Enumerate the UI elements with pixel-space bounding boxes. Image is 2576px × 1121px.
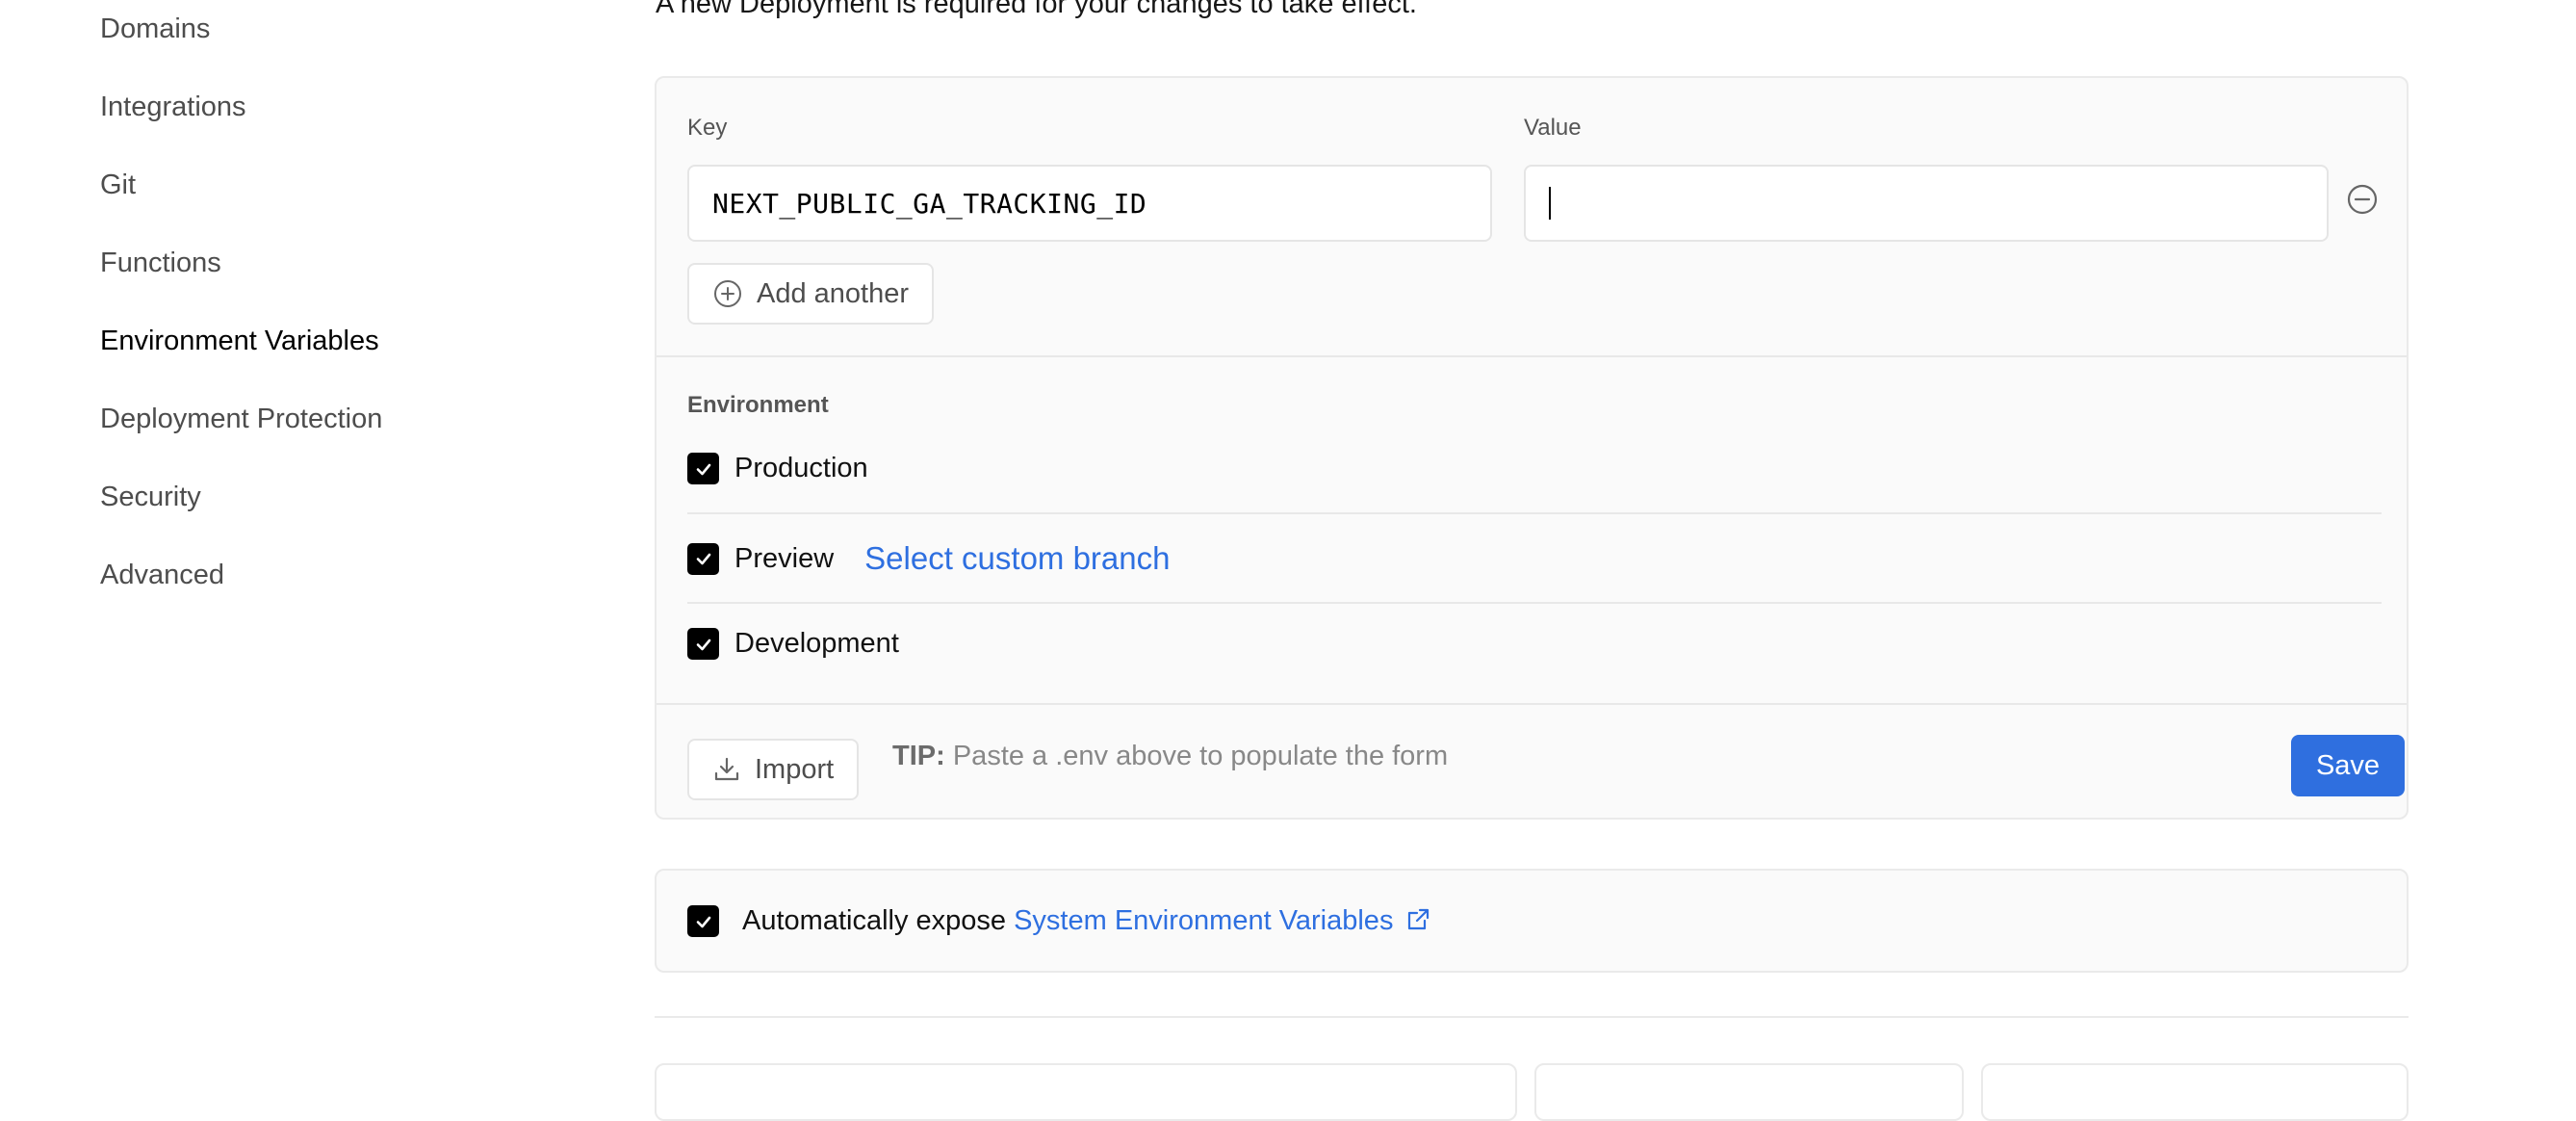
sidebar-item-integrations[interactable]: Integrations <box>100 93 246 121</box>
row-divider <box>687 512 2382 514</box>
save-button[interactable]: Save <box>2291 735 2405 796</box>
environment-heading: Environment <box>687 392 829 418</box>
key-input-value: NEXT_PUBLIC_GA_TRACKING_ID <box>712 187 1147 220</box>
system-env-vars-link-label: System Environment Variables <box>1014 905 1394 936</box>
key-input[interactable]: NEXT_PUBLIC_GA_TRACKING_ID <box>687 165 1492 242</box>
download-icon <box>714 757 739 781</box>
key-label: Key <box>687 115 728 141</box>
tip-prefix: TIP: <box>892 741 945 771</box>
expose-row: Automatically expose System Environment … <box>687 905 1430 937</box>
env-var-list-card <box>1981 1063 2409 1121</box>
expose-system-vars-card: Automatically expose System Environment … <box>655 869 2409 973</box>
expose-checkbox[interactable] <box>687 905 719 937</box>
check-icon <box>696 916 710 927</box>
env-row-preview: Preview Select custom branch <box>687 540 1170 577</box>
value-label: Value <box>1524 115 1582 141</box>
external-link-icon <box>1407 908 1429 930</box>
settings-sidebar: Domains Integrations Git Functions Envir… <box>0 0 578 1088</box>
plus-circle-icon <box>714 280 741 307</box>
tip-body: Paste a .env above to populate the form <box>952 741 1449 771</box>
tip-text: TIP: Paste a .env above to populate the … <box>892 743 1448 770</box>
production-label: Production <box>734 453 868 483</box>
system-env-vars-link[interactable]: System Environment Variables <box>1014 905 1430 936</box>
section-divider <box>657 355 2407 357</box>
expose-text: Automatically expose System Environment … <box>742 905 1430 937</box>
development-label: Development <box>734 628 899 659</box>
minus-circle-icon <box>2347 184 2378 215</box>
production-checkbox[interactable] <box>687 453 719 484</box>
development-checkbox[interactable] <box>687 628 719 660</box>
sidebar-item-environment-variables[interactable]: Environment Variables <box>100 327 379 355</box>
select-custom-branch-link[interactable]: Select custom branch <box>864 540 1170 577</box>
add-another-button[interactable]: Add another <box>687 263 935 325</box>
sidebar-item-deployment-protection[interactable]: Deployment Protection <box>100 405 382 433</box>
row-divider <box>687 602 2382 604</box>
value-input[interactable] <box>1524 165 2329 242</box>
sidebar-item-git[interactable]: Git <box>100 171 136 199</box>
check-icon <box>696 463 710 475</box>
sidebar-item-domains[interactable]: Domains <box>100 15 210 43</box>
sidebar-item-advanced[interactable]: Advanced <box>100 561 224 589</box>
footer-divider <box>657 703 2407 705</box>
env-row-development: Development <box>687 628 899 660</box>
sidebar-item-functions[interactable]: Functions <box>100 249 221 277</box>
check-icon <box>696 553 710 565</box>
env-var-list-card <box>655 1063 1517 1121</box>
add-another-label: Add another <box>757 277 910 309</box>
text-cursor <box>1549 187 1551 220</box>
sidebar-item-security[interactable]: Security <box>100 483 201 511</box>
preview-label: Preview <box>734 542 835 574</box>
add-env-var-card: Key Value NEXT_PUBLIC_GA_TRACKING_ID Add… <box>655 76 2409 820</box>
expose-label: Automatically expose <box>742 905 1007 936</box>
check-icon <box>696 639 710 650</box>
env-row-production: Production <box>687 453 868 484</box>
import-label: Import <box>755 753 835 785</box>
redeploy-notice: A new Deployment is required for your ch… <box>656 0 1417 19</box>
import-button[interactable]: Import <box>687 739 860 800</box>
page-divider <box>655 1016 2409 1018</box>
preview-checkbox[interactable] <box>687 542 719 575</box>
env-var-list-card <box>1534 1063 1964 1121</box>
remove-row-button[interactable] <box>2343 180 2382 219</box>
